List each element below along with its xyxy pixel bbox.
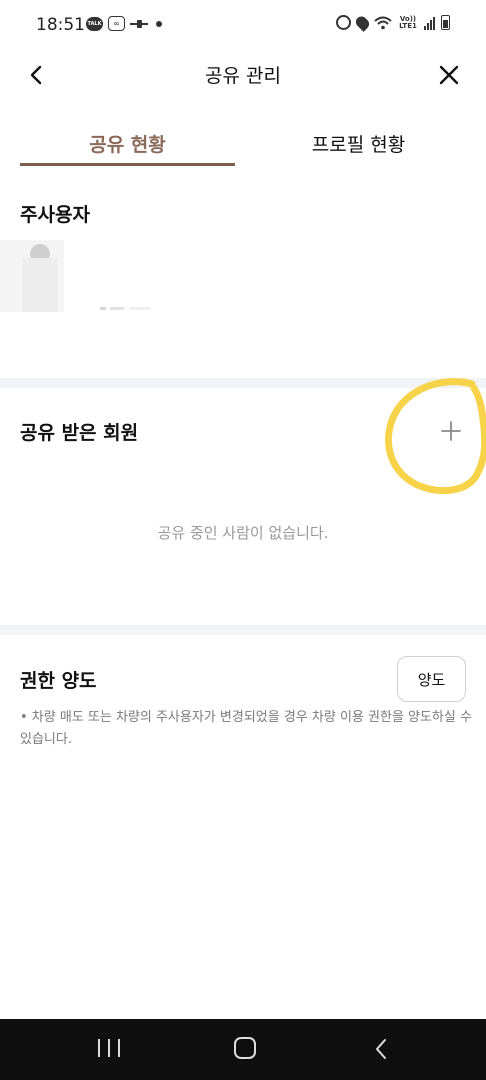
alarm-icon [336, 15, 351, 30]
nav-back-icon[interactable] [372, 1037, 390, 1061]
talk-icon: TALK [86, 16, 103, 31]
system-nav-bar [0, 1019, 486, 1080]
lte-label: Vo)) LTE1 [399, 14, 417, 30]
page-title: 공유 관리 [205, 65, 281, 87]
transfer-title: 권한 양도 [20, 670, 97, 692]
section-divider [0, 625, 486, 635]
transfer-button[interactable]: 양도 [397, 656, 466, 702]
redacted-owner-info [100, 307, 150, 310]
battery-icon [441, 15, 450, 30]
shared-members-title: 공유 받은 회원 [20, 422, 139, 444]
plus-icon[interactable] [436, 416, 466, 446]
app-header: 공유 관리 [0, 50, 486, 100]
owner-section-title: 주사용자 [20, 204, 90, 226]
highlight-annotation [385, 378, 486, 495]
tab-share-status[interactable]: 공유 현황 [20, 118, 235, 166]
avatar [0, 240, 64, 312]
close-icon[interactable] [436, 62, 462, 88]
tab-profile-status[interactable]: 프로필 현황 [251, 118, 466, 166]
transfer-description: • 차량 매도 또는 차량의 주사용자가 변경되었을 경우 차량 이용 권한을 … [20, 710, 472, 747]
notification-icons: TALK ∞ [86, 16, 162, 31]
owner-section: 주사용자 [0, 180, 486, 378]
status-bar: 18:51 TALK ∞ Vo)) LTE1 [0, 0, 486, 50]
plane-icon [130, 19, 148, 28]
wifi-icon [374, 16, 392, 29]
empty-state-message: 공유 중인 사람이 없습니다. [157, 524, 329, 542]
status-time: 18:51 [36, 15, 85, 35]
signal-icon [424, 16, 435, 30]
tab-bar: 공유 현황 프로필 현황 [20, 118, 466, 166]
home-icon[interactable] [234, 1037, 256, 1059]
location-icon [353, 13, 372, 32]
more-notifications-icon [156, 20, 162, 27]
system-icons: Vo)) LTE1 [336, 13, 450, 32]
recent-apps-icon[interactable] [98, 1039, 120, 1059]
infinity-app-icon: ∞ [108, 16, 125, 31]
